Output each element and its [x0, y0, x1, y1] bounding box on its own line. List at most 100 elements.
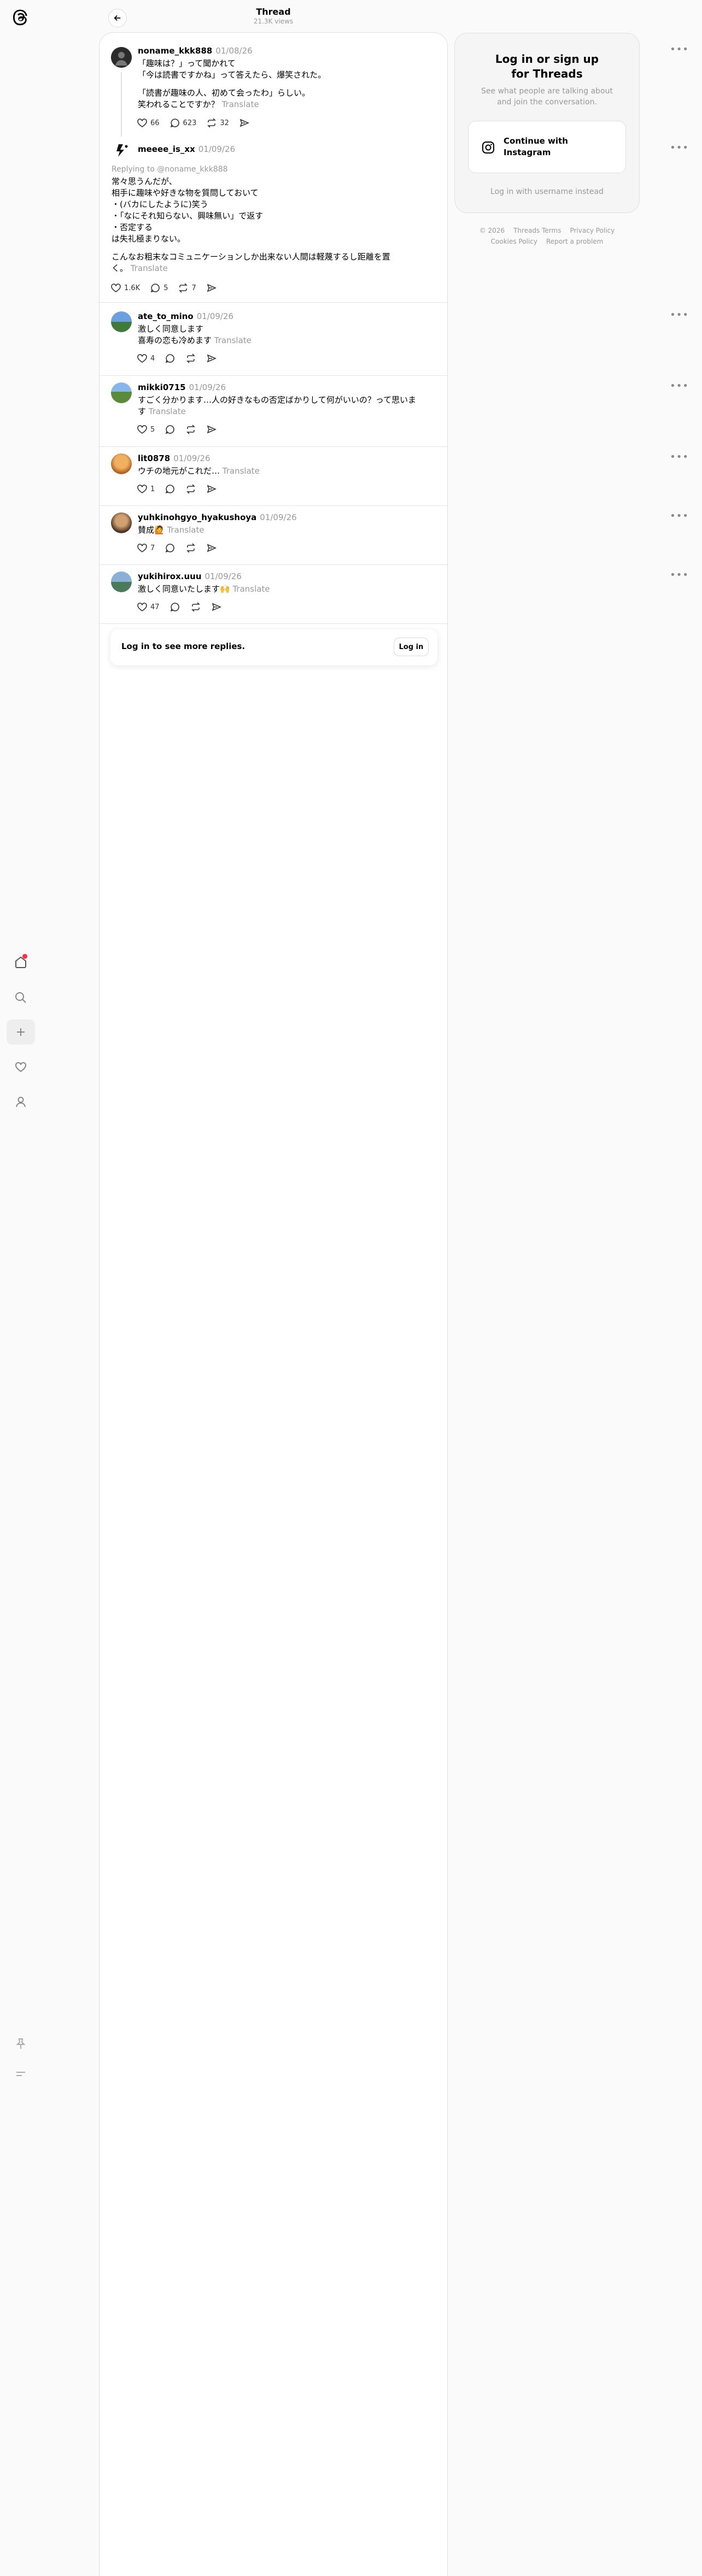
- share-button[interactable]: [206, 543, 217, 553]
- menu-icon[interactable]: [7, 2061, 35, 2086]
- translate-link[interactable]: Translate: [149, 406, 186, 416]
- post-text: 賛成🙋 Translate: [138, 525, 204, 535]
- more-options-button[interactable]: •••: [670, 510, 689, 522]
- like-button[interactable]: 66: [137, 117, 160, 128]
- like-button[interactable]: 47: [137, 602, 160, 612]
- comment-icon: [166, 354, 175, 363]
- avatar[interactable]: [111, 382, 132, 403]
- footer-report-link[interactable]: Report a problem: [546, 238, 603, 245]
- heart-icon: [111, 284, 121, 292]
- pin-icon[interactable]: [7, 2031, 35, 2056]
- post-text: すごく分かります…人の好きなもの否定ばかりして何がいいの？って思いま す Tra…: [138, 395, 417, 416]
- repost-button[interactable]: [185, 484, 196, 494]
- username-login-link[interactable]: Log in with username instead: [455, 187, 639, 196]
- home-icon[interactable]: [7, 950, 35, 975]
- repost-icon: [186, 425, 196, 434]
- comment-icon: [166, 544, 175, 553]
- post-author[interactable]: noname_kkk888 01/08/26: [138, 46, 253, 56]
- more-options-button[interactable]: •••: [670, 569, 689, 581]
- back-button[interactable]: [108, 9, 127, 27]
- share-button[interactable]: [206, 424, 217, 435]
- repost-button[interactable]: [190, 602, 201, 612]
- search-icon[interactable]: [7, 985, 35, 1010]
- like-button[interactable]: 7: [137, 543, 155, 553]
- divider: [100, 505, 447, 506]
- translate-link[interactable]: Translate: [167, 525, 204, 535]
- reply-button[interactable]: 623: [169, 117, 196, 128]
- reply-button[interactable]: [165, 543, 176, 553]
- repost-button[interactable]: [185, 353, 196, 364]
- post-actions: 1: [137, 484, 217, 494]
- reply-button[interactable]: [165, 353, 176, 364]
- share-icon: [207, 284, 217, 292]
- avatar[interactable]: [111, 140, 132, 161]
- post-author[interactable]: meeee_is_xx 01/09/26: [138, 144, 235, 154]
- post-author[interactable]: lit0878 01/09/26: [138, 453, 210, 463]
- post-author[interactable]: mikki0715 01/09/26: [138, 382, 226, 392]
- post-actions: 7: [137, 543, 217, 553]
- footer-privacy-link[interactable]: Privacy Policy: [570, 227, 615, 234]
- login-button[interactable]: Log in: [394, 638, 429, 656]
- comment-icon: [166, 425, 175, 434]
- share-button[interactable]: [206, 353, 217, 364]
- post-actions: 4: [137, 353, 217, 364]
- post-author[interactable]: yukihirox.uuu 01/09/26: [138, 571, 242, 581]
- repost-icon: [186, 543, 196, 553]
- translate-link[interactable]: Translate: [131, 263, 168, 273]
- more-options-button[interactable]: •••: [670, 142, 689, 154]
- avatar[interactable]: [111, 453, 132, 474]
- avatar[interactable]: [111, 311, 132, 332]
- heart-icon[interactable]: [7, 1054, 35, 1080]
- more-options-button[interactable]: •••: [670, 309, 689, 321]
- like-button[interactable]: 1: [137, 484, 155, 494]
- translate-link[interactable]: Translate: [214, 335, 251, 345]
- translate-link[interactable]: Translate: [232, 584, 270, 594]
- like-button[interactable]: 5: [137, 424, 155, 435]
- translate-link[interactable]: Translate: [223, 466, 260, 476]
- more-options-button[interactable]: •••: [670, 380, 689, 392]
- avatar[interactable]: [111, 571, 132, 592]
- instagram-icon: [482, 142, 494, 154]
- more-options-button[interactable]: •••: [670, 451, 689, 463]
- like-button[interactable]: 4: [137, 353, 155, 364]
- repost-button[interactable]: [185, 424, 196, 435]
- share-button[interactable]: [206, 484, 217, 494]
- share-button[interactable]: [211, 602, 222, 612]
- post-text: 激しく同意いたします🙌 Translate: [138, 584, 270, 594]
- profile-icon[interactable]: [7, 1089, 35, 1115]
- repost-icon: [207, 118, 217, 128]
- create-icon[interactable]: [7, 1019, 35, 1045]
- translate-link[interactable]: Translate: [222, 99, 259, 109]
- continue-with-instagram-button[interactable]: Continue with Instagram: [468, 121, 626, 173]
- left-rail: [0, 0, 42, 2576]
- footer-cookies-link[interactable]: Cookies Policy: [491, 238, 537, 245]
- repost-button[interactable]: 32: [206, 117, 229, 128]
- heart-icon: [137, 485, 147, 493]
- post-author[interactable]: ate_to_mino 01/09/26: [138, 311, 233, 321]
- heart-icon: [137, 354, 147, 363]
- repost-button[interactable]: 7: [178, 282, 196, 293]
- share-button[interactable]: [206, 282, 217, 293]
- repost-icon: [186, 353, 196, 363]
- repost-icon: [191, 602, 200, 612]
- divider: [100, 446, 447, 447]
- like-button[interactable]: 1.6K: [110, 282, 140, 293]
- heart-icon: [137, 425, 147, 434]
- reply-button[interactable]: 5: [150, 282, 168, 293]
- repost-icon: [186, 484, 196, 494]
- footer-terms-link[interactable]: Threads Terms: [513, 227, 561, 234]
- reply-button[interactable]: [165, 424, 176, 435]
- heart-icon: [137, 544, 147, 552]
- avatar[interactable]: [111, 47, 132, 68]
- divider: [100, 302, 447, 303]
- repost-button[interactable]: [185, 543, 196, 553]
- share-button[interactable]: [239, 117, 250, 128]
- post-text: 常々思うんだが、 相手に趣味や好きな物を質問しておいて ・(バカにしたように)笑…: [112, 176, 390, 273]
- post-author[interactable]: yuhkinohgyo_hyakushoya 01/09/26: [138, 512, 297, 522]
- avatar[interactable]: [111, 512, 132, 533]
- reply-button[interactable]: [165, 484, 176, 494]
- more-options-button[interactable]: •••: [670, 44, 689, 55]
- comment-icon: [166, 485, 175, 494]
- reply-button[interactable]: [169, 602, 180, 612]
- threads-logo-icon[interactable]: [11, 8, 31, 27]
